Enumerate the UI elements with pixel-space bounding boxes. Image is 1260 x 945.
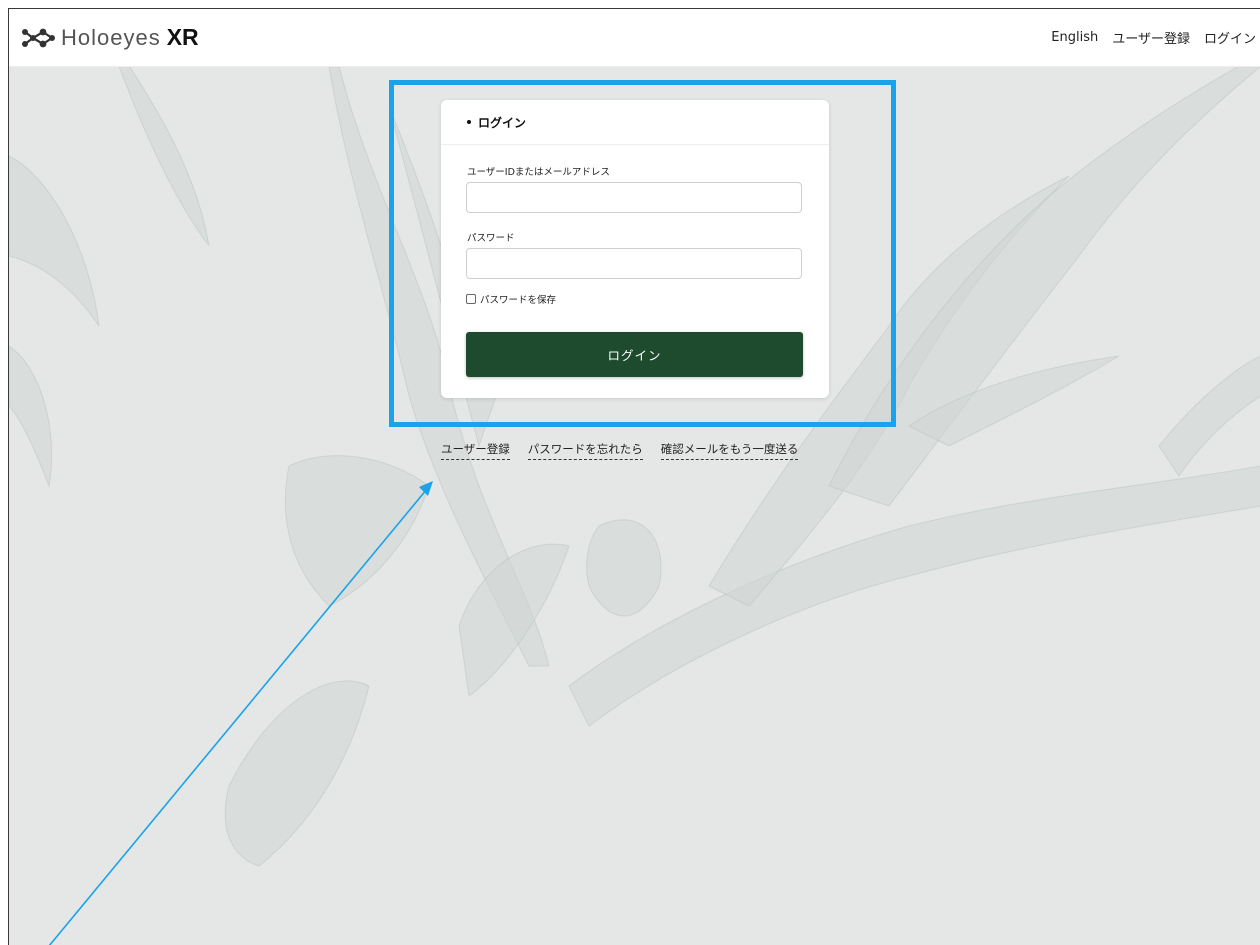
auxiliary-links: ユーザー登録 パスワードを忘れたら 確認メールをもう一度送る bbox=[441, 441, 816, 460]
nav-register-link[interactable]: ユーザー登録 bbox=[1112, 28, 1190, 47]
register-link[interactable]: ユーザー登録 bbox=[441, 441, 510, 460]
logo[interactable]: Holoeyes XR bbox=[19, 24, 199, 51]
nav-login-link[interactable]: ログイン bbox=[1204, 28, 1256, 47]
logo-suffix: XR bbox=[166, 24, 199, 50]
holoeyes-logo-icon bbox=[22, 28, 55, 47]
resend-confirmation-link[interactable]: 確認メールをもう一度送る bbox=[660, 441, 799, 460]
logo-text: Holoeyes bbox=[61, 24, 161, 50]
top-nav: English ユーザー登録 ログイン bbox=[1037, 9, 1256, 66]
nav-english-link[interactable]: English bbox=[1051, 30, 1098, 45]
forgot-password-link[interactable]: パスワードを忘れたら bbox=[527, 441, 643, 460]
top-header: Holoeyes XR English ユーザー登録 ログイン bbox=[9, 9, 1260, 67]
highlight-box bbox=[389, 80, 896, 427]
browser-frame: Holoeyes XR English ユーザー登録 ログイン ログイン ユーザ… bbox=[8, 8, 1260, 945]
